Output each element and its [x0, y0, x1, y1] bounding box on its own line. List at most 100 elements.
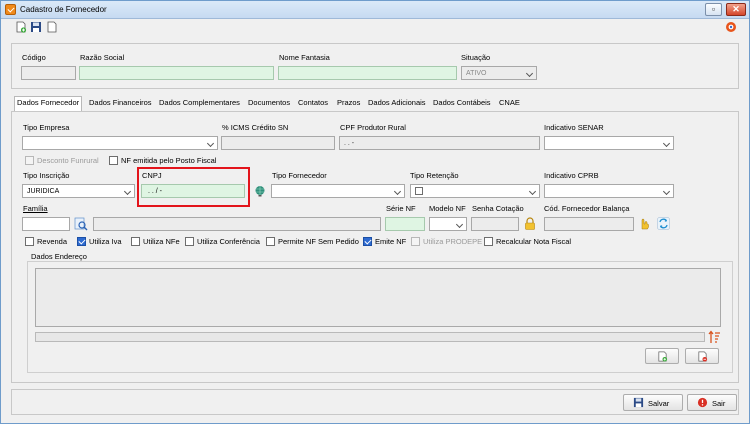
familia-description-field[interactable] — [93, 217, 381, 231]
icms-credito-field[interactable] — [221, 136, 335, 150]
tipo-fornecedor-label: Tipo Fornecedor — [272, 171, 327, 180]
modelo-nf-select[interactable] — [429, 217, 467, 231]
revenda-label: Revenda — [37, 237, 68, 246]
new-record-icon[interactable] — [15, 21, 27, 33]
add-endereco-button[interactable] — [645, 348, 679, 364]
save-icon — [633, 397, 644, 408]
modelo-nf-label: Modelo NF — [429, 204, 466, 213]
title-bar: Cadastro de Fornecedor ▫ ✕ — [1, 1, 749, 19]
codigo-field[interactable] — [21, 66, 76, 80]
tab-documentos[interactable]: Documentos — [246, 97, 292, 110]
serie-nf-field[interactable] — [385, 217, 425, 231]
lock-icon[interactable] — [524, 217, 536, 230]
utiliza-conferencia-checkbox[interactable] — [185, 237, 194, 246]
emite-nf-label: Emite NF — [375, 237, 407, 246]
tab-dados-fornecedor[interactable]: Dados Fornecedor — [14, 96, 83, 111]
tipo-retencao-select[interactable] — [410, 184, 540, 198]
endereco-list[interactable] — [35, 268, 721, 327]
chevron-down-icon — [125, 189, 131, 195]
refresh-icon[interactable] — [657, 217, 670, 230]
minimize-button[interactable]: ▫ — [705, 3, 722, 16]
chevron-down-icon — [664, 189, 670, 195]
tipo-fornecedor-select[interactable] — [271, 184, 405, 198]
icms-credito-label: % ICMS Crédito SN — [222, 123, 289, 132]
dados-endereco-title: Dados Endereço — [31, 252, 87, 261]
tipo-inscricao-value: JURIDICA — [27, 188, 60, 195]
close-window-button[interactable]: ✕ — [726, 3, 746, 16]
tipo-inscricao-select[interactable]: JURIDICA — [22, 184, 135, 198]
sair-label: Sair — [712, 399, 726, 408]
tipo-empresa-select[interactable] — [22, 136, 218, 150]
cod-fornecedor-balanca-label: Cód. Fornecedor Balança — [544, 204, 630, 213]
emite-nf-checkbox[interactable] — [363, 237, 372, 246]
sort-list-icon[interactable] — [708, 330, 721, 344]
tab-dados-financeiros[interactable]: Dados Financeiros — [87, 97, 154, 110]
utiliza-iva-label: Utiliza Iva — [89, 237, 122, 246]
search-icon[interactable] — [74, 217, 88, 231]
familia-code-field[interactable] — [22, 217, 70, 231]
tipo-empresa-label: Tipo Empresa — [23, 123, 70, 132]
main-window: Cadastro de Fornecedor ▫ ✕ Código Razão … — [0, 0, 750, 424]
sair-button[interactable]: Sair — [687, 394, 737, 411]
senha-cotacao-field[interactable] — [471, 217, 519, 231]
exit-icon — [697, 397, 708, 408]
permite-nf-sem-pedido-checkbox[interactable] — [266, 237, 275, 246]
tab-cnae[interactable]: CNAE — [497, 97, 522, 110]
razao-social-field[interactable] — [79, 66, 274, 80]
cpf-produtor-value: . . - — [344, 140, 355, 147]
familia-label[interactable]: Família — [23, 204, 48, 213]
tab-dados-contabeis[interactable]: Dados Contábeis — [431, 97, 493, 110]
serie-nf-label: Série NF — [386, 204, 416, 213]
senha-cotacao-label: Senha Cotação — [472, 204, 524, 213]
save-icon[interactable] — [30, 21, 42, 33]
utiliza-prodepe-checkbox[interactable] — [411, 237, 420, 246]
revenda-checkbox[interactable] — [25, 237, 34, 246]
utiliza-prodepe-label: Utiliza PRODEPE — [423, 237, 483, 246]
situacao-select[interactable]: ATIVO — [461, 66, 537, 80]
utiliza-nfe-label: Utiliza NFe — [143, 237, 180, 246]
razao-social-label: Razão Social — [80, 53, 125, 62]
desconto-funrural-checkbox[interactable] — [25, 156, 34, 165]
window-title: Cadastro de Fornecedor — [20, 5, 107, 14]
recalcular-nota-fiscal-label: Recalcular Nota Fiscal — [496, 237, 572, 246]
app-icon — [5, 4, 16, 15]
permite-nf-sem-pedido-label: Permite NF Sem Pedido — [278, 237, 359, 246]
cod-fornecedor-balanca-field[interactable] — [544, 217, 634, 231]
cnpj-highlight-box — [137, 167, 250, 207]
cpf-produtor-field[interactable]: . . - — [339, 136, 540, 150]
remove-endereco-button[interactable] — [685, 348, 719, 364]
tab-contatos[interactable]: Contatos — [296, 97, 330, 110]
tipo-retencao-checkbox[interactable] — [415, 187, 423, 195]
situacao-label: Situação — [461, 53, 491, 62]
tab-dados-complementares[interactable]: Dados Complementares — [157, 97, 242, 110]
tipo-retencao-label: Tipo Retenção — [410, 171, 459, 180]
chevron-down-icon — [395, 189, 401, 195]
endereco-scrollbar[interactable] — [35, 332, 705, 342]
nome-fantasia-field[interactable] — [278, 66, 457, 80]
recalcular-nota-fiscal-checkbox[interactable] — [484, 237, 493, 246]
indicativo-cprb-label: Indicativo CPRB — [544, 171, 599, 180]
chevron-down-icon — [527, 71, 533, 77]
remove-document-icon — [698, 351, 708, 362]
utiliza-nfe-checkbox[interactable] — [131, 237, 140, 246]
salvar-button[interactable]: Salvar — [623, 394, 683, 411]
desconto-funrural-label: Desconto Funrural — [37, 156, 99, 165]
tab-dados-adicionais[interactable]: Dados Adicionais — [366, 97, 428, 110]
help-icon[interactable] — [725, 21, 737, 33]
add-document-icon — [658, 351, 668, 362]
chevron-down-icon — [208, 141, 214, 147]
chevron-down-icon — [530, 189, 536, 195]
nome-fantasia-label: Nome Fantasia — [279, 53, 330, 62]
utiliza-iva-checkbox[interactable] — [77, 237, 86, 246]
indicativo-cprb-select[interactable] — [544, 184, 674, 198]
codigo-label: Código — [22, 53, 46, 62]
chevron-down-icon — [664, 141, 670, 147]
hand-pointer-icon[interactable] — [638, 217, 650, 230]
utiliza-conferencia-label: Utiliza Conferência — [197, 237, 260, 246]
indicativo-senar-select[interactable] — [544, 136, 674, 150]
tab-prazos[interactable]: Prazos — [335, 97, 362, 110]
salvar-label: Salvar — [648, 399, 670, 408]
blank-document-icon[interactable] — [46, 21, 58, 33]
nf-posto-fiscal-checkbox[interactable] — [109, 156, 118, 165]
globe-search-icon[interactable] — [254, 185, 266, 197]
